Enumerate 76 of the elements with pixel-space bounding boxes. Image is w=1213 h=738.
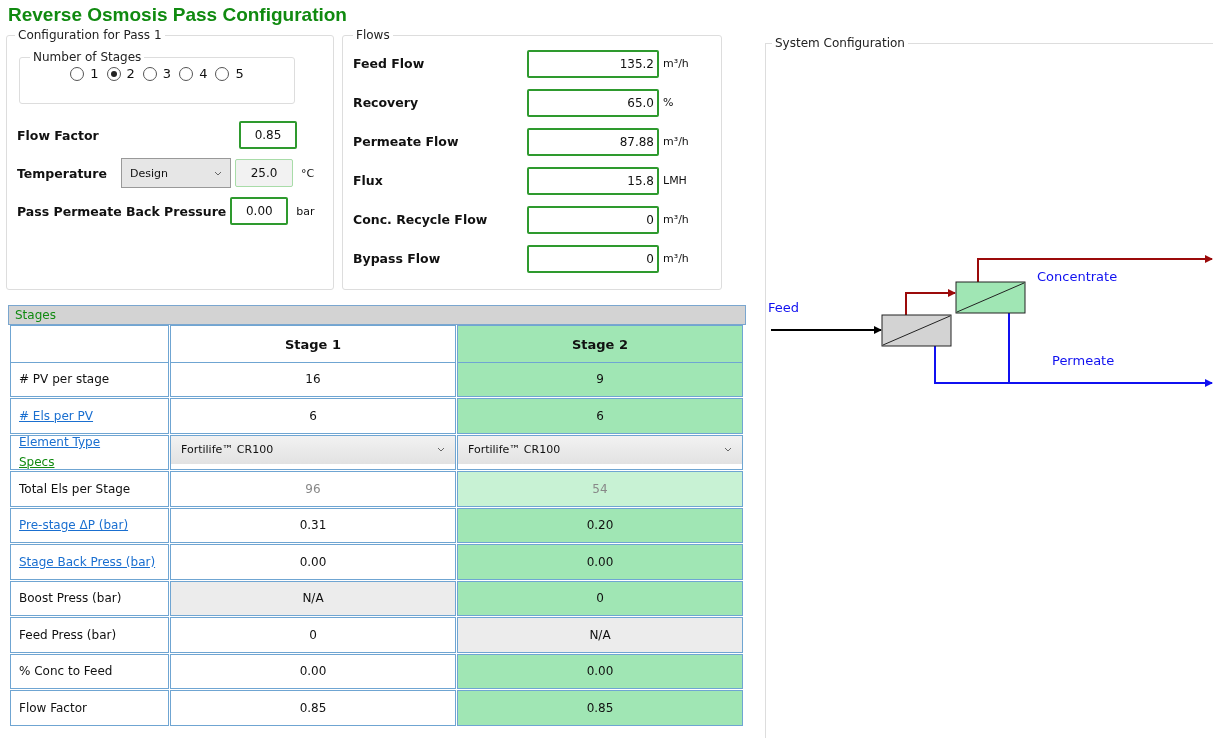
input-field[interactable]: 135.2 bbox=[527, 49, 659, 78]
field-label: Temperature bbox=[17, 165, 108, 181]
group-legend: Flows bbox=[353, 28, 393, 42]
table-cell: 54 bbox=[457, 471, 743, 507]
row-label-text: Boost Press (bar) bbox=[19, 591, 122, 606]
table-cell[interactable]: 0.00 bbox=[457, 544, 743, 580]
unit-label: °C bbox=[301, 166, 315, 180]
row-label-text: Feed Press (bar) bbox=[19, 627, 117, 642]
chevron-icon bbox=[437, 447, 445, 452]
membrane-module-icon bbox=[955, 281, 1026, 314]
table-cell[interactable]: 6 bbox=[170, 398, 456, 434]
unit-label: m³/h bbox=[663, 135, 689, 148]
membrane-module-icon bbox=[881, 314, 952, 347]
input-field[interactable]: 15.8 bbox=[527, 166, 659, 195]
input-field: 25.0 bbox=[235, 159, 293, 187]
input-field[interactable]: 87.88 bbox=[527, 127, 659, 156]
group-legend: Number of Stages bbox=[30, 50, 145, 64]
field-label: Permeate Flow bbox=[353, 134, 460, 149]
field-label: Flux bbox=[353, 173, 384, 188]
table-cell[interactable]: 0.00 bbox=[170, 544, 456, 580]
permeate-line bbox=[1008, 312, 1010, 384]
table-cell[interactable]: 0.00 bbox=[170, 653, 456, 689]
table-cell: N/A bbox=[457, 617, 743, 653]
permeate-label: Permeate bbox=[1052, 353, 1115, 368]
input-field[interactable]: 0.00 bbox=[230, 197, 289, 225]
row-label-text: # PV per stage bbox=[19, 372, 110, 387]
table-cell[interactable]: 0.31 bbox=[170, 507, 456, 543]
row-link[interactable]: Pre-stage ΔP (bar) bbox=[19, 518, 129, 533]
table-cell[interactable]: 0 bbox=[170, 617, 456, 653]
table-cell: 96 bbox=[170, 471, 456, 507]
table-cell[interactable]: 6 bbox=[457, 398, 743, 434]
input-field[interactable]: 65.0 bbox=[527, 88, 659, 117]
page-title: Reverse Osmosis Pass Configuration bbox=[7, 3, 348, 27]
table-cell[interactable]: 0 bbox=[457, 580, 743, 616]
unit-label: bar bbox=[296, 204, 315, 218]
unit-label: m³/h bbox=[663, 252, 689, 265]
table-cell[interactable]: 0.85 bbox=[170, 690, 456, 726]
dropdown[interactable]: Fortilife™ CR100 bbox=[171, 435, 455, 464]
section-header: Stages bbox=[8, 305, 746, 325]
field-label: Pass Permeate Back Pressure bbox=[17, 203, 227, 219]
group-legend: Configuration for Pass 1 bbox=[15, 28, 165, 42]
unit-label: m³/h bbox=[663, 213, 689, 226]
table-cell[interactable]: 0.00 bbox=[457, 653, 743, 689]
table-cell: N/A bbox=[170, 580, 456, 616]
input-field[interactable]: 0 bbox=[527, 244, 659, 273]
table-cell[interactable]: 9 bbox=[457, 361, 743, 397]
field-label: Flow Factor bbox=[17, 127, 100, 143]
field-label: Bypass Flow bbox=[353, 251, 442, 266]
dropdown[interactable]: Design bbox=[121, 158, 231, 188]
unit-label: % bbox=[663, 96, 674, 109]
chevron-icon bbox=[724, 447, 732, 452]
field-label: Conc. Recycle Flow bbox=[353, 212, 489, 227]
table-cell[interactable]: 0.20 bbox=[457, 507, 743, 543]
chevron-icon bbox=[214, 170, 222, 176]
table-cell[interactable]: 16 bbox=[170, 361, 456, 397]
feed-label: Feed bbox=[768, 300, 799, 315]
row-label-text: Total Els per Stage bbox=[19, 481, 131, 496]
group-legend: System Configuration bbox=[772, 36, 908, 50]
column-header[interactable]: Stage 1 bbox=[170, 325, 456, 363]
table-cell[interactable]: 0.85 bbox=[457, 690, 743, 726]
unit-label: m³/h bbox=[663, 57, 689, 70]
row-link[interactable]: Element Type bbox=[19, 435, 101, 450]
input-field[interactable]: 0.85 bbox=[239, 121, 297, 149]
field-label: Feed Flow bbox=[353, 56, 426, 71]
row-label-text: % Conc to Feed bbox=[19, 664, 113, 679]
concentrate-label: Concentrate bbox=[1037, 269, 1118, 284]
field-label: Recovery bbox=[353, 95, 420, 110]
input-field[interactable]: 0 bbox=[527, 205, 659, 234]
row-link[interactable]: # Els per PV bbox=[19, 408, 94, 423]
concentrate-line bbox=[905, 289, 956, 316]
unit-label: LMH bbox=[663, 174, 687, 187]
dropdown[interactable]: Fortilife™ CR100 bbox=[458, 435, 742, 464]
column-header[interactable]: Stage 2 bbox=[457, 325, 743, 363]
row-label-text: Flow Factor bbox=[19, 700, 87, 715]
row-link[interactable]: Stage Back Press (bar) bbox=[19, 554, 156, 569]
specs-link[interactable]: Specs bbox=[19, 455, 55, 470]
